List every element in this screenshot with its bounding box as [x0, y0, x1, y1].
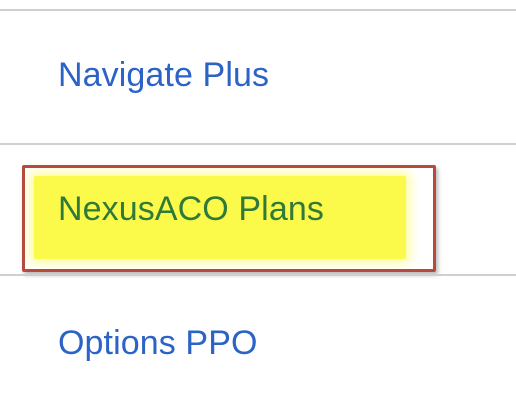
- nav-link-nexusaco-plans[interactable]: NexusACO Plans: [58, 192, 324, 226]
- top-divider: [0, 9, 516, 11]
- divider-after-navigate-plus: [0, 143, 516, 145]
- divider-after-nexusaco-plans: [0, 274, 516, 276]
- nav-link-options-ppo[interactable]: Options PPO: [58, 326, 258, 360]
- nav-link-navigate-plus[interactable]: Navigate Plus: [58, 58, 269, 92]
